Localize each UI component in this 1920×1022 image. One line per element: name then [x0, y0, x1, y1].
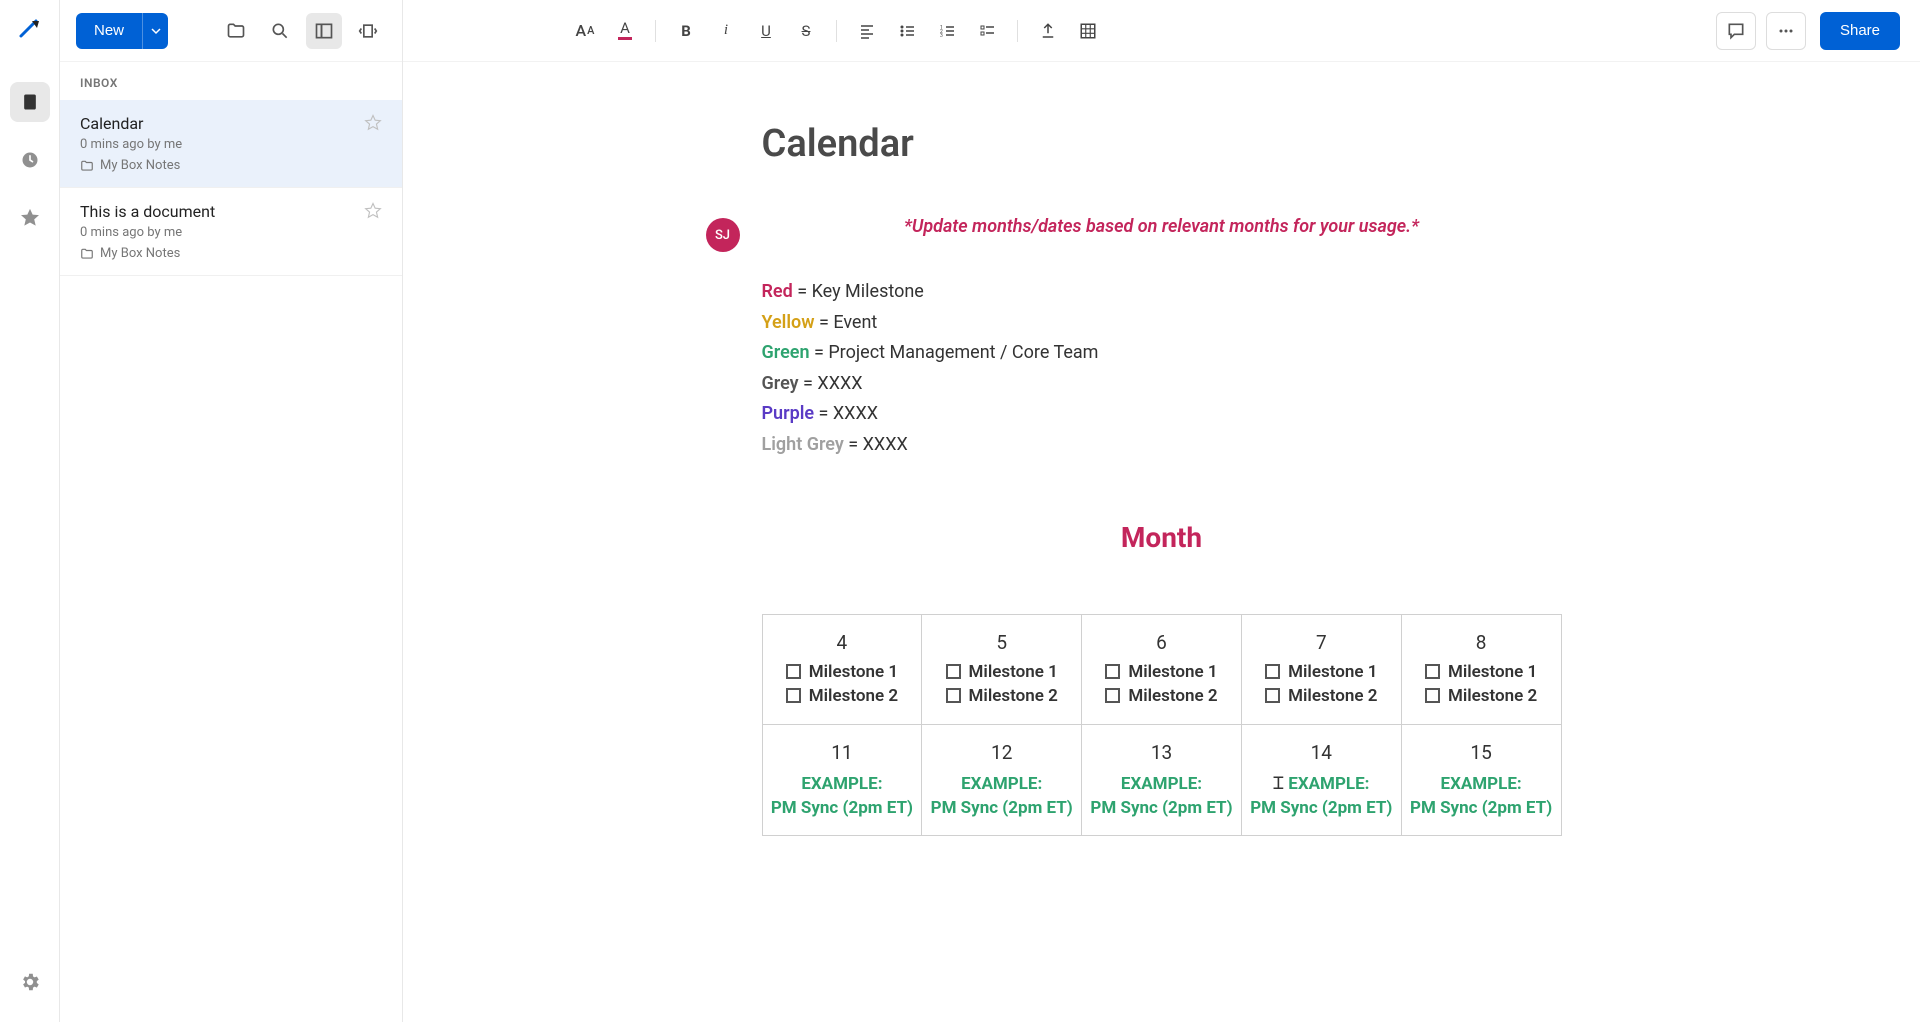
note-meta: 0 mins ago by me: [80, 225, 382, 240]
update-note[interactable]: *Update months/dates based on relevant m…: [762, 216, 1562, 237]
calendar-date: 5: [930, 631, 1073, 654]
calendar-date: 4: [771, 631, 914, 654]
legend-row: Light Grey = XXXX: [762, 430, 1562, 461]
table-icon[interactable]: [1070, 13, 1106, 49]
left-rail: [0, 0, 60, 1022]
strikethrough-icon[interactable]: S: [788, 13, 824, 49]
legend-row: Yellow = Event: [762, 308, 1562, 339]
legend-row: Red = Key Milestone: [762, 277, 1562, 308]
svg-text:3: 3: [940, 33, 943, 39]
bold-icon[interactable]: B: [668, 13, 704, 49]
editor-toolbar: AA A B i U S 123: [403, 0, 1920, 62]
month-heading[interactable]: Month: [762, 521, 1562, 554]
calendar-table[interactable]: 4 Milestone 1 Milestone 2 5 Milestone 1 Miles…: [762, 614, 1562, 836]
expand-view-icon[interactable]: [350, 13, 386, 49]
underline-icon[interactable]: U: [748, 13, 784, 49]
calendar-cell[interactable]: 15 EXAMPLE:PM Sync (2pm ET): [1401, 724, 1561, 835]
rail-documents-icon[interactable]: [10, 82, 50, 122]
text-color-icon[interactable]: A: [607, 13, 643, 49]
calendar-date: 12: [930, 741, 1073, 764]
legend[interactable]: Red = Key MilestoneYellow = EventGreen =…: [762, 277, 1562, 461]
editor-content[interactable]: Calendar SJ *Update months/dates based o…: [403, 62, 1920, 1022]
calendar-cell[interactable]: 6 Milestone 1 Milestone 2: [1082, 614, 1242, 724]
legend-row: Purple = XXXX: [762, 399, 1562, 430]
editor: AA A B i U S 123: [403, 0, 1920, 1022]
milestone-checkbox[interactable]: Milestone 1: [1250, 662, 1393, 682]
bullet-list-icon[interactable]: [889, 13, 925, 49]
note-folder: My Box Notes: [80, 246, 382, 261]
calendar-date: 6: [1090, 631, 1233, 654]
calendar-cell[interactable]: 4 Milestone 1 Milestone 2: [762, 614, 922, 724]
app-logo-icon: [18, 18, 42, 42]
folder-icon[interactable]: [218, 13, 254, 49]
calendar-date: 15: [1410, 741, 1553, 764]
example-text: ᏆEXAMPLE:PM Sync (2pm ET): [1250, 772, 1393, 821]
calendar-cell[interactable]: 8 Milestone 1 Milestone 2: [1401, 614, 1561, 724]
rail-recent-icon[interactable]: [10, 140, 50, 180]
sidebar-toolbar: New: [60, 0, 402, 62]
milestone-checkbox[interactable]: Milestone 2: [771, 686, 914, 706]
rail-favorites-icon[interactable]: [10, 198, 50, 238]
example-text: EXAMPLE:PM Sync (2pm ET): [1410, 772, 1553, 821]
comments-icon[interactable]: [1716, 12, 1756, 50]
calendar-date: 13: [1090, 741, 1233, 764]
milestone-checkbox[interactable]: Milestone 2: [1250, 686, 1393, 706]
calendar-date: 11: [771, 741, 914, 764]
example-text: EXAMPLE:PM Sync (2pm ET): [771, 772, 914, 821]
star-icon[interactable]: [364, 202, 382, 220]
milestone-checkbox[interactable]: Milestone 1: [930, 662, 1073, 682]
calendar-date: 8: [1410, 631, 1553, 654]
example-text: EXAMPLE:PM Sync (2pm ET): [1090, 772, 1233, 821]
share-button[interactable]: Share: [1820, 12, 1900, 50]
milestone-checkbox[interactable]: Milestone 2: [1410, 686, 1553, 706]
upload-icon[interactable]: [1030, 13, 1066, 49]
milestone-checkbox[interactable]: Milestone 2: [930, 686, 1073, 706]
text-size-icon[interactable]: AA: [567, 13, 603, 49]
document-title[interactable]: Calendar: [762, 122, 1562, 166]
example-text: EXAMPLE:PM Sync (2pm ET): [930, 772, 1073, 821]
milestone-checkbox[interactable]: Milestone 2: [1090, 686, 1233, 706]
calendar-cell[interactable]: 13 EXAMPLE:PM Sync (2pm ET): [1082, 724, 1242, 835]
milestone-checkbox[interactable]: Milestone 1: [1410, 662, 1553, 682]
settings-gear-icon[interactable]: [10, 962, 50, 1002]
sidebar: New INBOX Calendar 0 mins ago by me My Box…: [60, 0, 403, 1022]
calendar-cell[interactable]: 12 EXAMPLE:PM Sync (2pm ET): [922, 724, 1082, 835]
note-item[interactable]: This is a document 0 mins ago by me My Box…: [60, 188, 402, 276]
numbered-list-icon[interactable]: 123: [929, 13, 965, 49]
milestone-checkbox[interactable]: Milestone 1: [1090, 662, 1233, 682]
checklist-icon[interactable]: [969, 13, 1005, 49]
calendar-date: 14: [1250, 741, 1393, 764]
note-title: This is a document: [80, 202, 382, 221]
new-button-dropdown[interactable]: [142, 13, 168, 49]
align-icon[interactable]: [849, 13, 885, 49]
calendar-cell[interactable]: 7 Milestone 1 Milestone 2: [1241, 614, 1401, 724]
note-folder: My Box Notes: [80, 158, 382, 173]
calendar-cell[interactable]: 5 Milestone 1 Milestone 2: [922, 614, 1082, 724]
calendar-date: 7: [1250, 631, 1393, 654]
note-meta: 0 mins ago by me: [80, 137, 382, 152]
milestone-checkbox[interactable]: Milestone 1: [771, 662, 914, 682]
list-view-icon[interactable]: [306, 13, 342, 49]
text-cursor: Ꮖ: [1273, 772, 1284, 797]
star-icon[interactable]: [364, 114, 382, 132]
calendar-cell[interactable]: 14 ᏆEXAMPLE:PM Sync (2pm ET): [1241, 724, 1401, 835]
new-button[interactable]: New: [76, 13, 142, 49]
calendar-cell[interactable]: 11 EXAMPLE:PM Sync (2pm ET): [762, 724, 922, 835]
sidebar-section-label: INBOX: [60, 62, 402, 100]
italic-icon[interactable]: i: [708, 13, 744, 49]
legend-row: Green = Project Management / Core Team: [762, 338, 1562, 369]
more-options-icon[interactable]: [1766, 12, 1806, 50]
legend-row: Grey = XXXX: [762, 369, 1562, 400]
search-icon[interactable]: [262, 13, 298, 49]
note-title: Calendar: [80, 114, 382, 133]
note-item[interactable]: Calendar 0 mins ago by me My Box Notes: [60, 100, 402, 188]
user-avatar: SJ: [706, 218, 740, 252]
